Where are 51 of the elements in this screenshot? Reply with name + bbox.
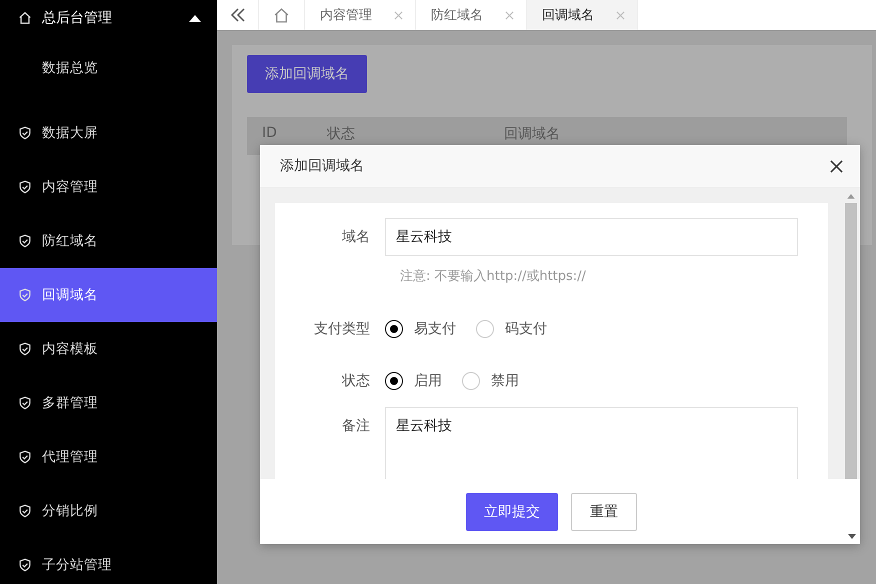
sidebar-item[interactable]: 多群管理 — [0, 376, 217, 430]
scroll-up-icon[interactable] — [847, 194, 855, 199]
shield-check-icon — [18, 450, 32, 464]
shield-check-icon — [18, 288, 32, 302]
scrollbar-thumb[interactable] — [845, 202, 857, 479]
field-label: 支付类型 — [313, 320, 371, 339]
radio-option[interactable]: 禁用 — [462, 372, 519, 390]
field-label: 域名 — [341, 228, 371, 247]
add-button[interactable]: 添加回调域名 — [247, 55, 367, 93]
domain-field[interactable]: 星云科技 — [385, 218, 798, 256]
sidebar-item[interactable]: 代理管理 — [0, 430, 217, 484]
sidebar-item[interactable]: 子分站管理 — [0, 538, 217, 584]
caret-icon — [189, 14, 201, 22]
shield-check-icon — [18, 396, 32, 410]
column-header: ID — [262, 125, 277, 141]
shield-check-icon — [18, 558, 32, 572]
radio-button[interactable] — [385, 320, 403, 338]
sidebar-item[interactable]: 防红域名 — [0, 214, 217, 268]
double-chevron-left-icon — [230, 7, 246, 23]
scroll-down-icon[interactable] — [848, 534, 856, 539]
shield-check-icon — [18, 342, 32, 356]
sidebar-group-header[interactable]: 总后台管理 — [0, 0, 217, 36]
column-header: 回调域名 — [504, 125, 560, 143]
submit-button[interactable]: 立即提交 — [466, 492, 558, 530]
sidebar-item[interactable]: 数据总览 — [0, 36, 217, 106]
remark-field[interactable]: 星云科技 — [385, 407, 798, 479]
radio-option[interactable]: 易支付 — [385, 320, 456, 338]
tab[interactable]: 回调域名 — [527, 0, 638, 30]
sidebar-item[interactable]: 分销比例 — [0, 484, 217, 538]
shield-check-icon — [18, 180, 32, 194]
shield-check-icon — [18, 234, 32, 248]
shield-check-icon — [18, 504, 32, 518]
reset-button[interactable]: 重置 — [571, 492, 637, 530]
radio-option[interactable]: 码支付 — [476, 320, 547, 338]
hint-text: 注意: 不要输入http://或https:// — [400, 268, 587, 286]
sidebar-group-label: 总后台管理 — [42, 9, 113, 27]
tab[interactable]: 内容管理 — [305, 0, 416, 30]
shield-check-icon — [18, 126, 32, 140]
radio-button[interactable] — [385, 372, 403, 390]
field-label: 状态 — [341, 372, 371, 391]
column-header: 状态 — [327, 125, 355, 143]
close-icon[interactable] — [830, 160, 843, 172]
sidebar-item[interactable]: 内容模板 — [0, 322, 217, 376]
field-label: 备注 — [341, 417, 371, 436]
sidebar-item[interactable]: 回调域名 — [0, 268, 217, 322]
sidebar-item[interactable]: 数据大屏 — [0, 106, 217, 160]
radio-option[interactable]: 启用 — [385, 372, 442, 390]
dialog-title: 添加回调域名 — [280, 157, 364, 175]
home-icon — [273, 6, 290, 24]
home-icon — [18, 11, 32, 25]
sidebar-item[interactable]: 内容管理 — [0, 160, 217, 214]
